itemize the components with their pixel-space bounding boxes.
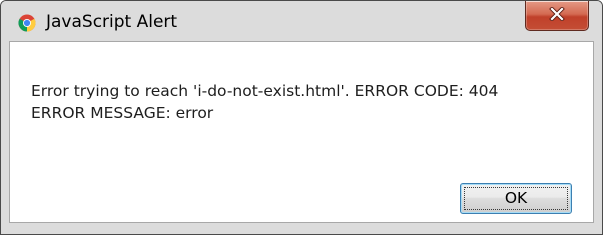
close-icon	[549, 7, 565, 21]
chrome-icon	[18, 14, 36, 32]
alert-message-line: ERROR MESSAGE: error	[31, 104, 214, 122]
ok-button-label: OK	[504, 189, 528, 207]
alert-dialog: JavaScript Alert Error trying to reach '…	[0, 0, 603, 235]
alert-message-line: Error trying to reach 'i-do-not-exist.ht…	[31, 82, 499, 100]
close-button[interactable]	[525, 1, 589, 31]
dialog-content: Error trying to reach 'i-do-not-exist.ht…	[9, 41, 594, 223]
title-bar[interactable]: JavaScript Alert	[1, 1, 602, 41]
alert-message: Error trying to reach 'i-do-not-exist.ht…	[31, 80, 498, 124]
ok-button[interactable]: OK	[460, 183, 572, 214]
dialog-title: JavaScript Alert	[46, 12, 178, 32]
